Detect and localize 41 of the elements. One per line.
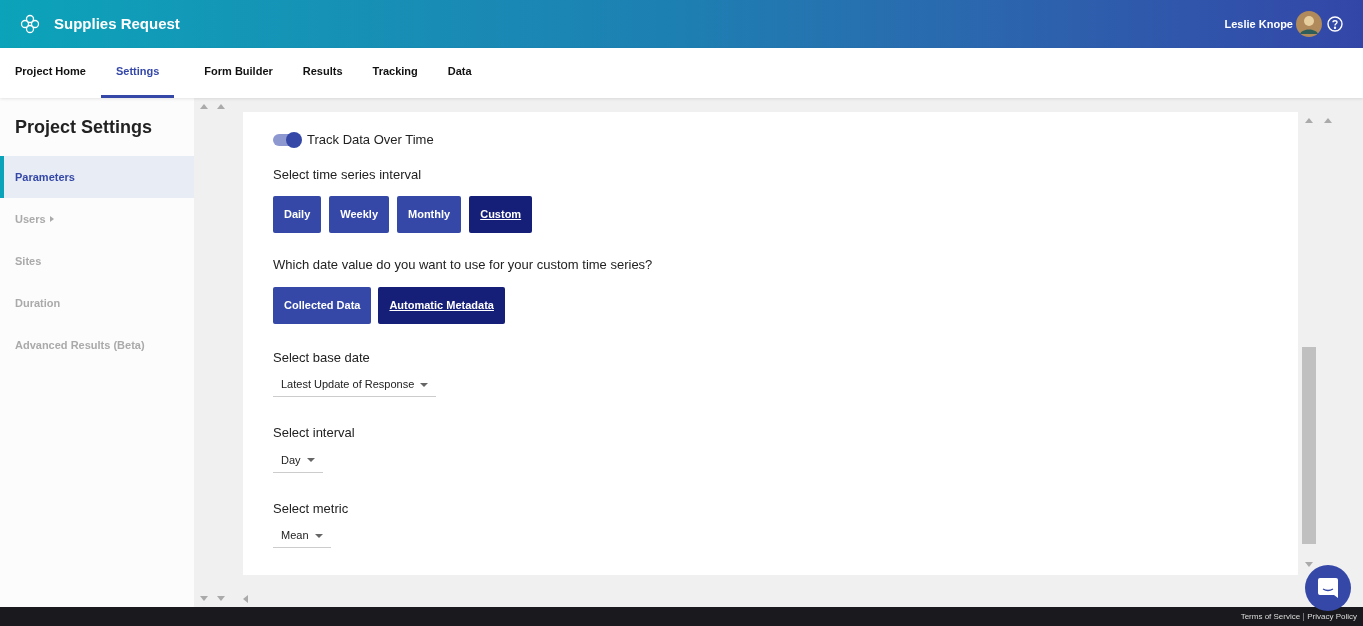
nav-tab[interactable]: Tracking <box>372 48 418 98</box>
option-button[interactable]: Weekly <box>329 196 389 233</box>
avatar-icon[interactable] <box>1296 11 1322 37</box>
nav-tab[interactable]: Data <box>447 48 472 98</box>
option-button[interactable]: Daily <box>273 196 322 233</box>
scroll-up-icon[interactable] <box>1324 118 1332 123</box>
help-icon[interactable] <box>1327 16 1343 32</box>
field-label: Which date value do you want to use for your custom time series? <box>273 256 654 274</box>
dropdown-select[interactable]: Mean <box>273 524 331 548</box>
option-button[interactable]: Automatic Metadata <box>378 286 505 324</box>
field-label: Select metric <box>273 499 350 518</box>
scroll-down-icon[interactable] <box>1305 562 1313 567</box>
toggle-label: Track Data Over Time <box>307 131 434 149</box>
field-label: Select base date <box>273 348 371 367</box>
app-title: Supplies Request <box>54 13 180 34</box>
field-label: Select time series interval <box>273 165 423 184</box>
dropdown-select[interactable]: Day <box>273 448 323 473</box>
flower-logo-icon <box>20 13 40 35</box>
nav-tab[interactable]: Form Builder <box>204 48 273 98</box>
scroll-left-icon[interactable] <box>243 594 248 603</box>
option-button[interactable]: Custom <box>469 196 533 233</box>
toggle-switch[interactable] <box>273 133 301 146</box>
field-label: Select interval <box>273 424 356 442</box>
sidebar-item[interactable]: Parameters <box>0 156 194 198</box>
sidebar-title: Project Settings <box>14 116 154 139</box>
caret-icon <box>49 216 54 222</box>
dropdown-select[interactable]: Latest Update of Response <box>273 373 437 397</box>
footer-link[interactable]: Privacy Policy <box>1307 610 1357 623</box>
footer-link[interactable]: Terms of Service <box>1240 610 1301 623</box>
user-name[interactable]: Leslie Knope <box>1224 15 1293 33</box>
nav-tab[interactable]: Project Home <box>15 48 86 98</box>
option-button[interactable]: Collected Data <box>273 286 372 324</box>
option-button[interactable]: Monthly <box>397 196 462 233</box>
caret-down-icon <box>420 382 429 387</box>
scrollbar-thumb[interactable] <box>1302 347 1316 544</box>
caret-down-icon <box>306 458 315 462</box>
chat-button[interactable] <box>1305 565 1351 611</box>
caret-down-icon <box>314 533 323 538</box>
chat-icon <box>1317 577 1339 599</box>
scroll-up-icon[interactable] <box>1305 118 1313 123</box>
nav-tab[interactable]: Results <box>302 48 343 98</box>
